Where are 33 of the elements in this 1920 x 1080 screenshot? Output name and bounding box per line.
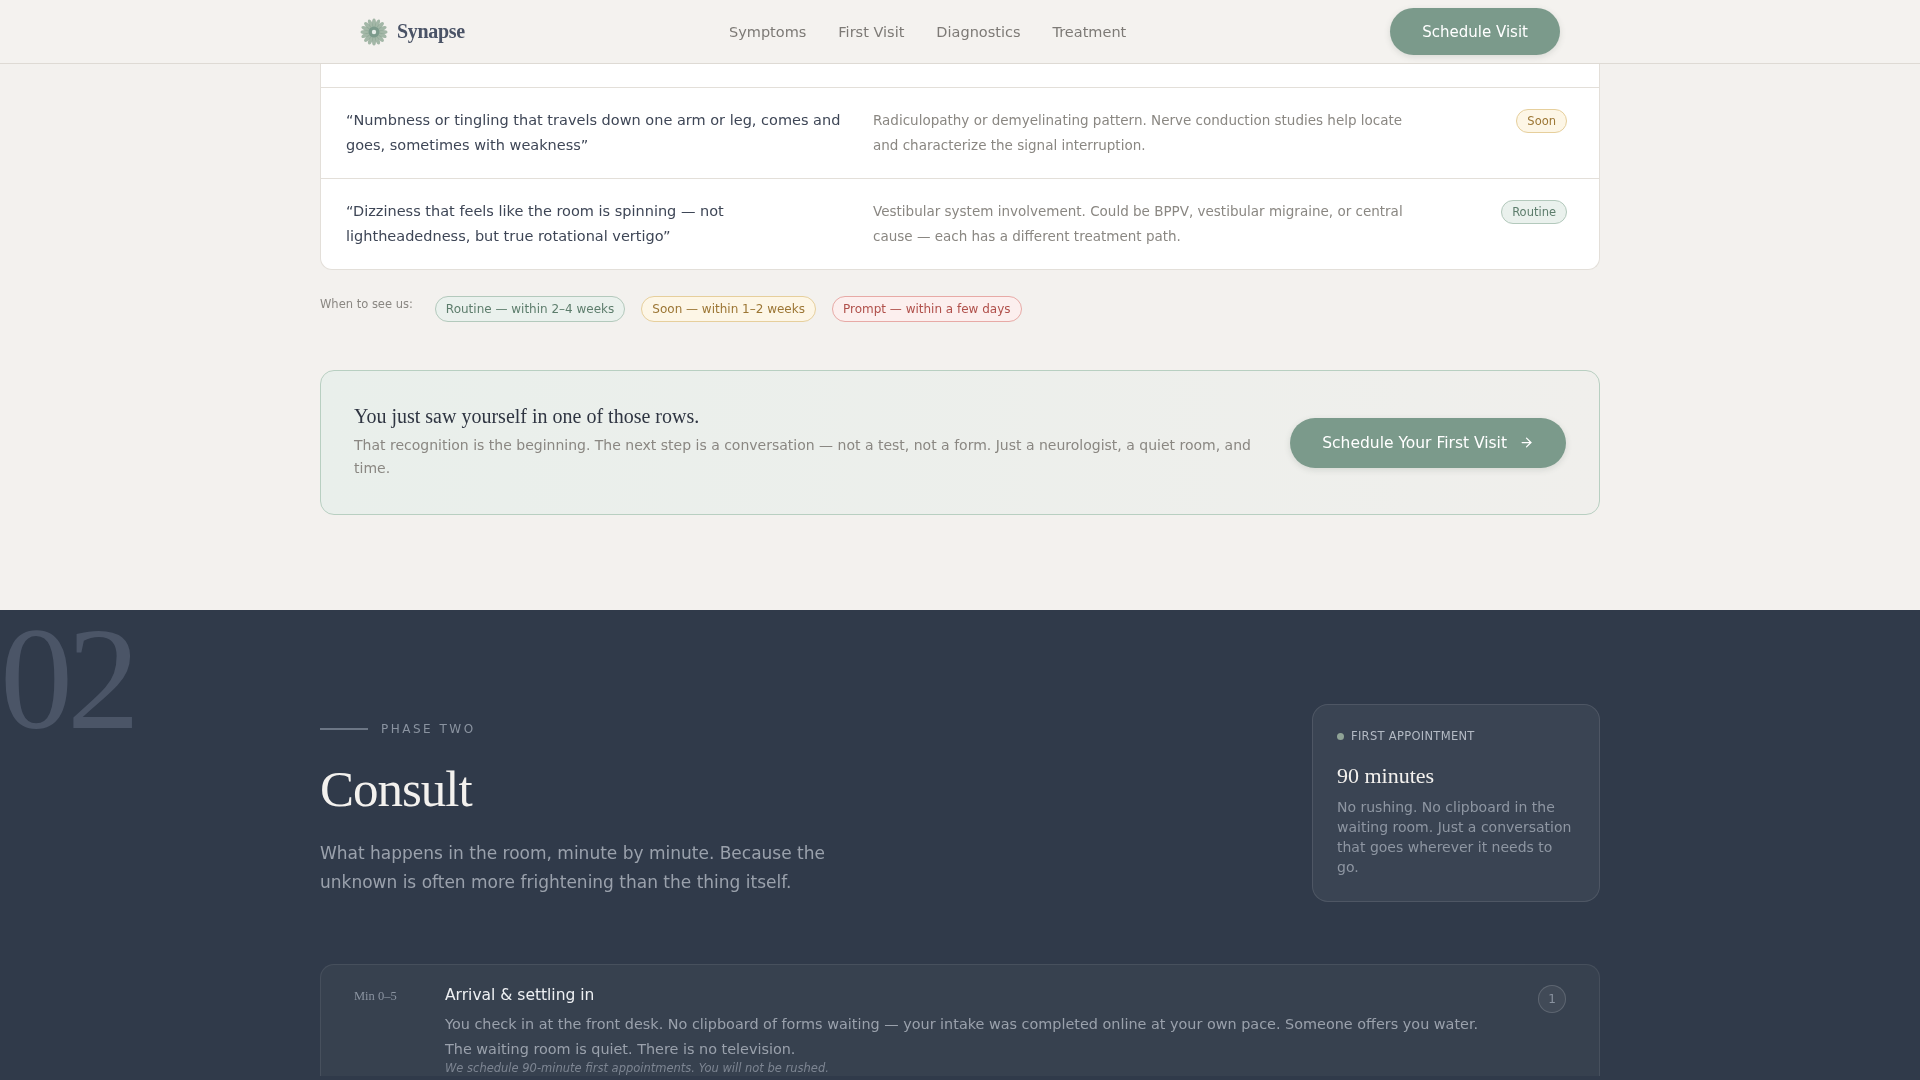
legend-tag: Routine — within 2–4 weeks: [434, 296, 626, 322]
urgency-tag: Soon: [1516, 109, 1567, 133]
nav-link[interactable]: Treatment: [1052, 23, 1127, 40]
nav-link[interactable]: Symptoms: [728, 23, 807, 40]
phase-eyebrow: PHASE TWO: [381, 722, 476, 736]
dot-icon: [1337, 732, 1344, 740]
info-text: No rushing. No clipboard in the waiting room. Just a conversation that goes wherever it needs to go.: [1337, 798, 1573, 877]
step-title: Arrival & settling in: [445, 985, 596, 1005]
info-title: 90 minutes: [1337, 763, 1436, 789]
nav-link[interactable]: First Visit: [838, 23, 905, 40]
phase-lead: What happens in the room, minute by minute. Because the unknown is often more frightening than the thing itself.: [320, 842, 826, 894]
step-note: We schedule 90-minute first appointments. You will not be rushed.: [445, 1061, 830, 1075]
symptom-meaning: Radiculopathy or demyelinating pattern. Nerve conduction studies help locate and characterize the signal interruption.: [873, 111, 1404, 155]
info-label: FIRST APPOINTMENT: [1351, 729, 1475, 743]
symptom-meaning: Vestibular system involvement. Could be BPPV, vestibular migraine, or central cause — each has a different treatment path.: [873, 202, 1404, 246]
brand-name: Synapse: [397, 20, 465, 43]
time-label: Min 0–5: [354, 988, 398, 1005]
legend-tag: Soon — within 1–2 weeks: [641, 296, 816, 322]
arrow-right-icon: [1519, 435, 1534, 450]
urgency-tag: Routine: [1501, 200, 1567, 224]
legend-tag: Prompt — within a few days: [831, 296, 1022, 322]
schedule-visit-button[interactable]: Schedule Visit: [1390, 8, 1560, 55]
cta-text: That recognition is the beginning. The next step is a conversation — not a test, not a form. Just a neurologist, a quiet room, and time.: [354, 436, 1252, 478]
symptom-quote: “Numbness or tingling that travels down one arm or leg, comes and goes, sometimes with weakness”: [346, 111, 842, 155]
nav-link[interactable]: Diagnostics: [936, 23, 1021, 40]
step-text: You check in at the front desk. No clipboard of forms waiting — your intake was completed online at your own pace. Someone offers you water. The waiting room is quiet. There is no television.: [445, 1015, 1480, 1059]
phase-title: Consult: [320, 764, 474, 815]
symptom-quote: “Dizziness that feels like the room is spinning — not lightheadedness, but true rotational vertigo”: [346, 202, 725, 246]
schedule-first-visit-button[interactable]: Schedule Your First Visit: [1290, 417, 1566, 468]
legend-label: When to see us:: [320, 297, 413, 311]
cta-title: You just saw yourself in one of those rows.: [354, 405, 701, 428]
sunburst-icon: [360, 17, 388, 46]
step-number: 1: [1538, 985, 1566, 1013]
